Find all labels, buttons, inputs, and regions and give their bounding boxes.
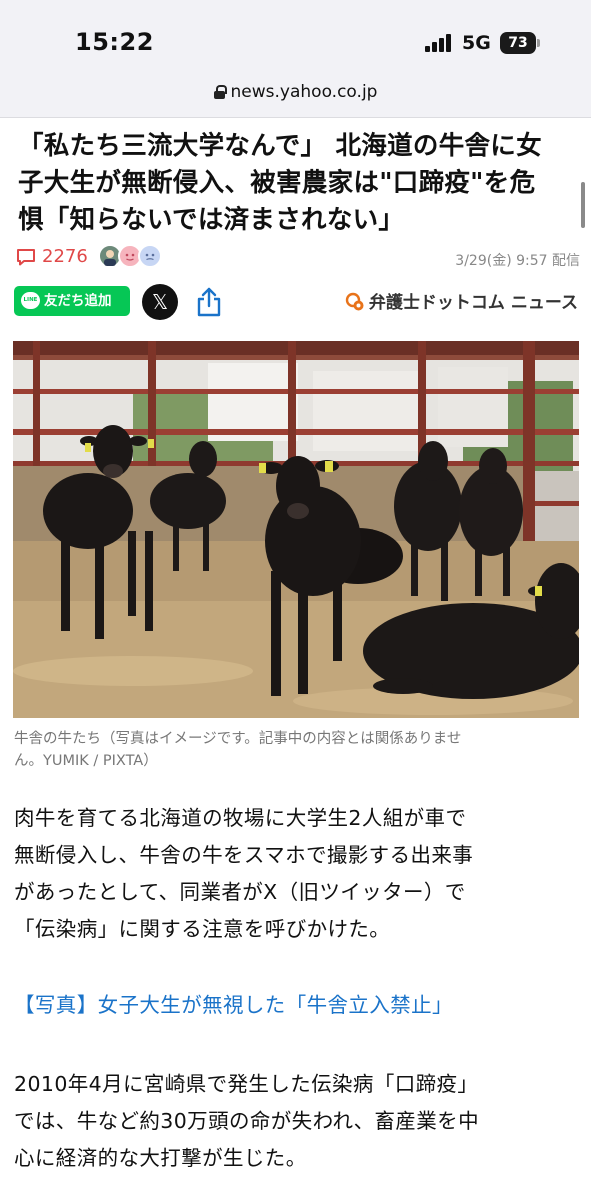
line-add-friend-button[interactable]: LINE 友だち追加 <box>14 286 130 316</box>
browser-top-bar: 15:22 5G 73 news.yahoo.co.jp <box>0 0 591 118</box>
title-line: 子大生が無断侵入、被害農家は"口蹄疫"を危 <box>18 168 536 198</box>
line-button-label: 友だち追加 <box>44 293 112 309</box>
line-icon: LINE <box>21 292 40 309</box>
comment-count[interactable]: 2276 <box>42 246 88 267</box>
paragraph-line: 肉牛を育てる北海道の牧場に大学生2人組が車で <box>14 806 467 830</box>
paragraph-line: では、牛など約30万頭の命が失われ、畜産業を中 <box>14 1109 479 1133</box>
article-photo[interactable] <box>13 341 579 718</box>
battery-icon: 73 <box>500 32 540 54</box>
brand-name: 弁護士ドットコム ニュース <box>368 293 578 313</box>
avatar <box>138 244 162 268</box>
status-time: 15:22 <box>75 28 154 56</box>
share-icon[interactable] <box>194 286 224 318</box>
paragraph-line: 心に経済的な大打撃が生じた。 <box>14 1146 307 1170</box>
brand-mark-icon <box>345 292 364 311</box>
network-type: 5G <box>462 32 491 54</box>
cattle-barn-image <box>13 341 579 718</box>
url-text: news.yahoo.co.jp <box>230 82 378 102</box>
title-line: 惧「知らないでは済まされない」 <box>18 205 405 235</box>
url-bar[interactable]: news.yahoo.co.jp <box>0 82 591 102</box>
article-title: 「私たち三流大学なんで」 北海道の牛舎に女 子大生が無断侵入、被害農家は"口蹄疫… <box>18 128 570 239</box>
photo-gallery-link[interactable]: 【写真】女子大生が無視した「牛舎立入禁止」 <box>14 988 576 1018</box>
publish-date: 3/29(金) 9:57 配信 <box>455 253 580 269</box>
source-brand-logo[interactable]: 弁護士ドットコム ニュース <box>345 288 578 313</box>
paragraph-line: 2010年4月に宮崎県で発生した伝染病「口蹄疫」 <box>14 1072 479 1096</box>
article-paragraph: 肉牛を育てる北海道の牧場に大学生2人組が車で 無断侵入し、牛舎の牛をスマホで撮影… <box>14 800 576 948</box>
caption-line: ん。YUMIK / PIXTA） <box>14 752 158 769</box>
share-bar: LINE 友だち追加 𝕏 弁護士ドットコム ニュース <box>14 284 580 320</box>
article-meta: 2276 3/29(金) 9:57 配信 <box>14 244 580 274</box>
scroll-indicator[interactable] <box>581 182 585 228</box>
comment-icon[interactable] <box>16 248 36 266</box>
photo-caption: 牛舎の牛たち（写真はイメージです。記事中の内容とは関係ありませ ん。YUMIK … <box>14 729 574 772</box>
paragraph-line: 「伝染病」に関する注意を呼びかけた。 <box>14 917 391 941</box>
x-share-button[interactable]: 𝕏 <box>142 284 178 320</box>
lock-icon <box>213 85 227 99</box>
article-paragraph: 2010年4月に宮崎県で発生した伝染病「口蹄疫」 では、牛など約30万頭の命が失… <box>14 1066 576 1177</box>
title-line: 「私たち三流大学なんで」 北海道の牛舎に女 <box>18 131 542 161</box>
caption-line: 牛舎の牛たち（写真はイメージです。記事中の内容とは関係ありませ <box>14 731 462 747</box>
battery-level: 73 <box>500 32 536 54</box>
paragraph-line: があったとして、同業者がX（旧ツイッター）で <box>14 880 466 904</box>
paragraph-line: 無断侵入し、牛舎の牛をスマホで撮影する出来事 <box>14 843 474 867</box>
signal-icon <box>425 34 455 52</box>
